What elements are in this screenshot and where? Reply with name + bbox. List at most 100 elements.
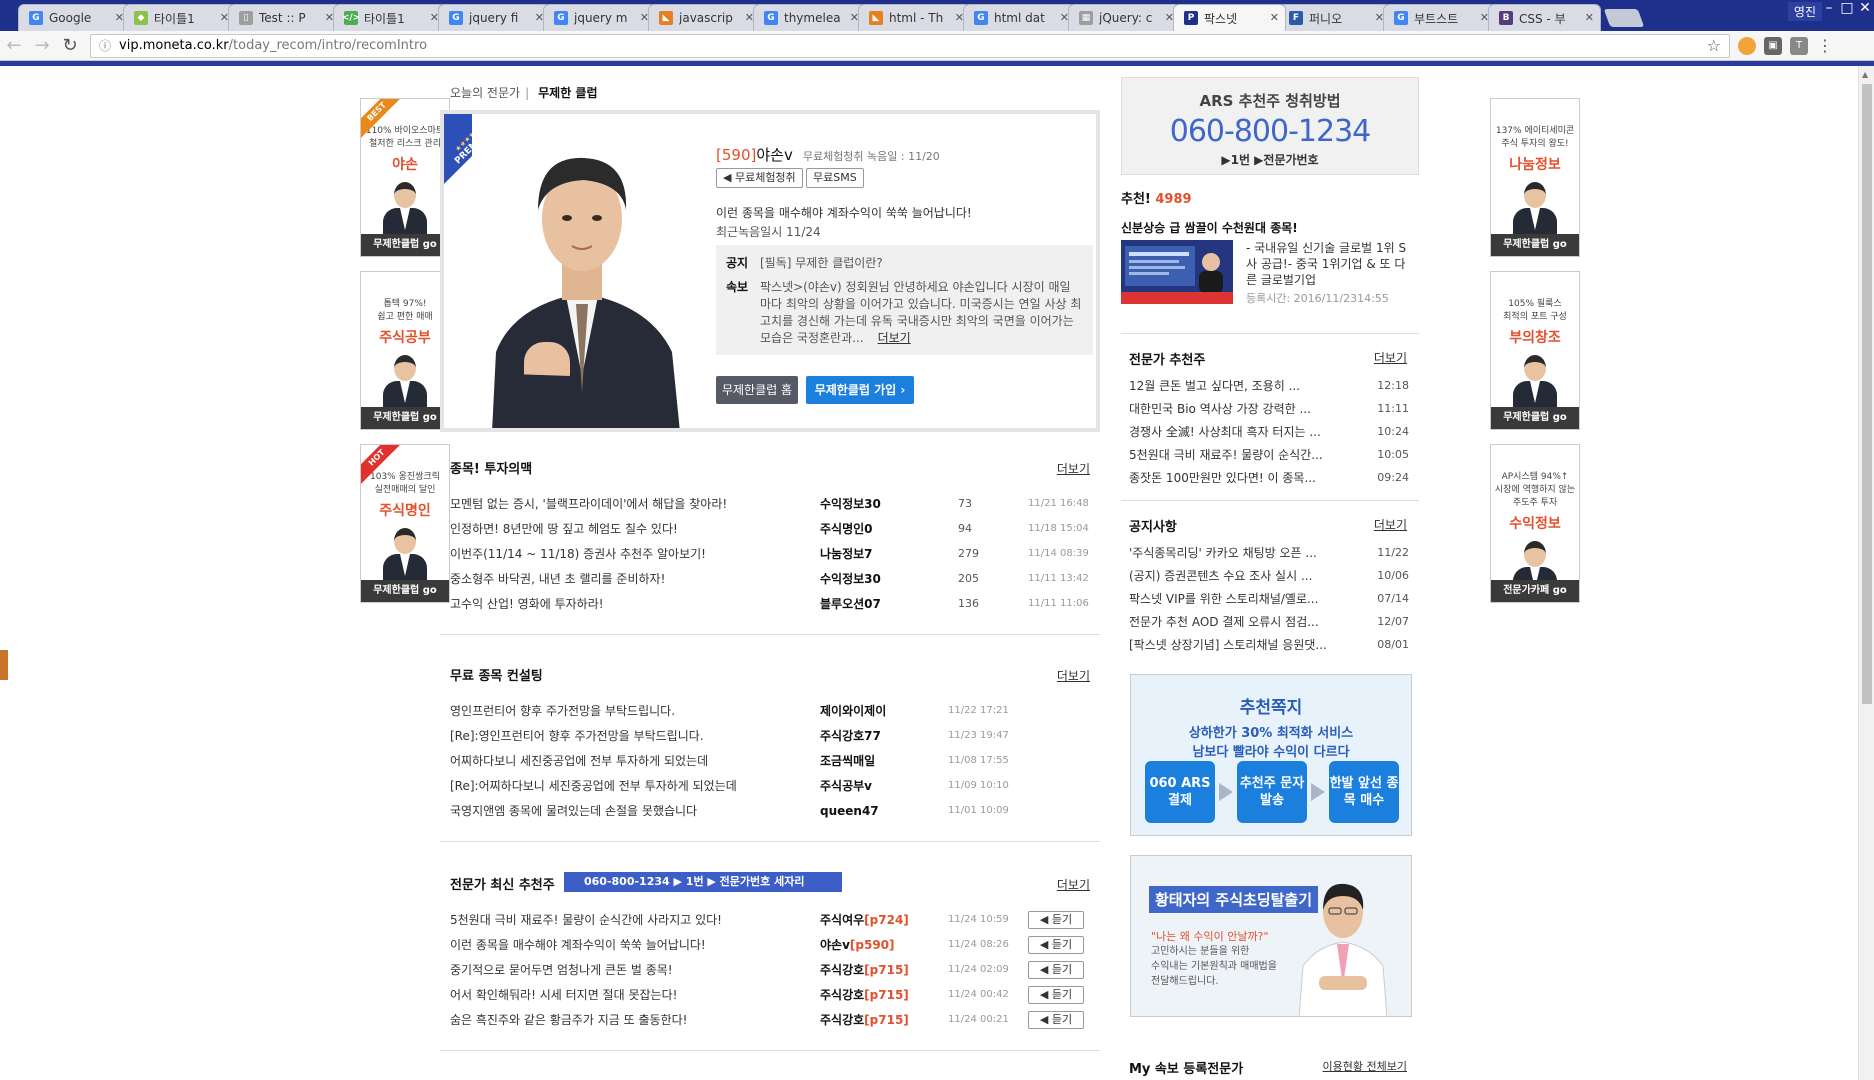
list-item[interactable]: 종잣돈 100만원만 있다면! 이 종목... 09:24 xyxy=(1129,468,1409,488)
close-window-icon[interactable]: ✕ xyxy=(1856,0,1874,16)
table-row[interactable]: 숨은 흑진주와 같은 황금주가 지금 또 출동한다! 주식강호[p715] 11/2… xyxy=(450,1010,1090,1030)
side-ad-side_left[interactable]: 톱텍 97%! 쉽고 편한 매매 주식공부 무제한클럽 go xyxy=(360,271,450,430)
free-sms-button[interactable]: 무료SMS xyxy=(806,168,864,188)
row-author[interactable]: 나눔정보7 xyxy=(820,544,873,564)
list-item-title[interactable]: 경쟁사 全滅! 사상최대 흑자 터지는 ... xyxy=(1129,422,1321,442)
row-author[interactable]: 수익정보30 xyxy=(820,569,881,589)
beginner-guide-banner[interactable]: 황태자의 주식초딩탈출기 "나는 왜 수익이 안날까?" 고민하시는 분들을 위… xyxy=(1130,855,1412,1017)
list-item-title[interactable]: '주식종목리딩' 카카오 채팅방 오픈 ... xyxy=(1129,543,1317,563)
list-item-title[interactable]: 5천원대 극비 재료주! 물량이 순식간... xyxy=(1129,445,1323,465)
list-item[interactable]: 경쟁사 全滅! 사상최대 흑자 터지는 ... 10:24 xyxy=(1129,422,1409,442)
maximize-icon[interactable]: □ xyxy=(1838,0,1856,16)
list-item-title[interactable]: 12월 큰돈 벌고 싶다면, 조용히 ... xyxy=(1129,376,1300,396)
list-item[interactable]: 대한민국 Bio 역사상 가장 강력한 ... 11:11 xyxy=(1129,399,1409,419)
section-consult-more[interactable]: 더보기 xyxy=(1057,667,1090,684)
browser-tab[interactable]: ◆ 타이틀1 ✕ xyxy=(123,4,236,31)
table-row[interactable]: 어서 확인해둬라! 시세 터지면 절대 못잡는다! 주식강호[p715] 11/24… xyxy=(450,985,1090,1005)
notice-value[interactable]: [필독] 무제한 클럽이란? xyxy=(760,255,883,272)
table-row[interactable]: 인정하면! 8년만에 땅 짚고 헤엄도 칠수 있다! 주식명인0 94 11/18 1… xyxy=(450,519,1090,539)
extension-cookie-icon[interactable] xyxy=(1738,36,1756,55)
address-bar[interactable]: ⓘ vip.moneta.co.kr/today_recom/intro/rec… xyxy=(90,33,1730,58)
row-author[interactable]: 제이와이제이 xyxy=(820,701,886,721)
table-row[interactable]: 어찌하다보니 세진중공업에 전부 투자하게 되었는데 조금씩매일 11/08 17:… xyxy=(450,751,1090,771)
row-author[interactable]: 주식명인0 xyxy=(820,519,873,539)
row-author[interactable]: 수익정보30 xyxy=(820,494,881,514)
row-author[interactable]: 야손v[p590] xyxy=(820,935,895,955)
browser-tab[interactable]: Gjquery fi ✕ xyxy=(438,4,551,31)
row-title[interactable]: 5천원대 극비 재료주! 물량이 순식간에 사라지고 있다! xyxy=(450,910,722,930)
row-author[interactable]: 블루오션07 xyxy=(820,594,881,614)
row-title[interactable]: 숨은 흑진주와 같은 황금주가 지금 또 출동한다! xyxy=(450,1010,687,1030)
list-item-title[interactable]: [팍스넷 상장기념] 스토리채널 응원댓... xyxy=(1129,635,1327,655)
my-flash-link[interactable]: 이용현황 전체보기 xyxy=(1323,1058,1407,1074)
extension-t-icon[interactable]: T xyxy=(1790,36,1808,55)
table-row[interactable]: 중기적으로 묻어두면 엄청나게 큰돈 벌 종목! 주식강호[p715] 11/24 … xyxy=(450,960,1090,980)
notice-panel-more[interactable]: 더보기 xyxy=(1374,516,1407,533)
bookmark-star-icon[interactable]: ☆ xyxy=(1707,36,1721,55)
recommend-thumbnail[interactable] xyxy=(1121,240,1233,304)
browser-tab[interactable]: ◣ javascrip ✕ xyxy=(648,4,761,31)
row-title[interactable]: 모멘텀 없는 증시, '블랙프라이데이'에서 해답을 찾아라! xyxy=(450,494,727,514)
row-title[interactable]: 어찌하다보니 세진중공업에 전부 투자하게 되었는데 xyxy=(450,751,708,771)
recommend-title[interactable]: 신분상승 급 쌈끌이 수천원대 종목! xyxy=(1121,219,1298,236)
side-ad-side_right[interactable]: 137% 에이티세미콘 주식 투자의 왕도! 나눔정보 무제한클럽 go xyxy=(1490,98,1580,257)
club-join-button[interactable]: 무제한클럽 가입 › xyxy=(806,376,914,404)
browser-tab[interactable]: ◣ html - Th ✕ xyxy=(858,4,971,31)
flash-more-link[interactable]: 더보기 xyxy=(878,331,911,345)
list-item-title[interactable]: 전문가 추천 AOD 결제 오류시 점검... xyxy=(1129,612,1319,632)
listen-button[interactable]: ◀ 듣기 xyxy=(1028,1011,1084,1029)
browser-tab[interactable]: B CSS - 부 ✕ xyxy=(1488,4,1601,31)
ad-go-button[interactable]: 무제한클럽 go xyxy=(1491,407,1579,429)
ad-go-button[interactable]: 전문가카페 go xyxy=(1491,580,1579,602)
list-item[interactable]: '주식종목리딩' 카카오 채팅방 오픈 ... 11/22 xyxy=(1129,543,1409,563)
row-author[interactable]: 주식강호[p715] xyxy=(820,1010,909,1030)
browser-tab[interactable]: ▦ jQuery: c ✕ xyxy=(1068,4,1181,31)
browser-tab[interactable]: Gthymelea ✕ xyxy=(753,4,866,31)
row-author[interactable]: 주식여우[p724] xyxy=(820,910,909,930)
table-row[interactable]: 이번주(11/14 ~ 11/18) 증권사 추천주 알아보기! 나눔정보7 279… xyxy=(450,544,1090,564)
ad-go-button[interactable]: 무제한클럽 go xyxy=(361,234,449,256)
extension-cast-icon[interactable]: ▣ xyxy=(1764,36,1782,55)
row-author[interactable]: 주식강호77 xyxy=(820,726,881,746)
row-title[interactable]: 어서 확인해둬라! 시세 터지면 절대 못잡는다! xyxy=(450,985,677,1005)
tab-close-icon[interactable]: ✕ xyxy=(1585,11,1594,24)
row-title[interactable]: 고수익 산업! 영화에 투자하라! xyxy=(450,594,604,614)
row-title[interactable]: 이런 종목을 매수해야 계좌수익이 쑥쑥 늘어납니다! xyxy=(450,935,706,955)
forward-icon[interactable]: → xyxy=(28,35,56,56)
menu-kebab-icon[interactable]: ⋮ xyxy=(1816,36,1834,55)
browser-tab[interactable]: P 팍스넷 ✕ xyxy=(1173,4,1286,31)
side-ad-side_left[interactable]: BEST 110% 바이오스마트 철저한 리스크 관리 야손 무제한클럽 go xyxy=(360,98,450,257)
row-title[interactable]: 인정하면! 8년만에 땅 짚고 헤엄도 칠수 있다! xyxy=(450,519,678,539)
club-home-button[interactable]: 무제한클럽 홈 xyxy=(716,376,798,404)
row-author[interactable]: 주식강호[p715] xyxy=(820,985,909,1005)
row-author[interactable]: 조금씩매일 xyxy=(820,751,875,771)
expert-name[interactable]: 야손v xyxy=(756,146,792,164)
browser-tab[interactable]: G Google ✕ xyxy=(18,4,131,31)
section-latest-more[interactable]: 더보기 xyxy=(1057,876,1090,893)
table-row[interactable]: 고수익 산업! 영화에 투자하라! 블루오션07 136 11/11 11:06 xyxy=(450,594,1090,614)
row-title[interactable]: 국영지앤엠 종목에 물려있는데 손절을 못했습니다 xyxy=(450,801,697,821)
list-item-title[interactable]: (공지) 증권콘텐츠 수요 조사 실시 ... xyxy=(1129,566,1312,586)
row-title[interactable]: 중소형주 바닥권, 내년 초 랠리를 준비하자! xyxy=(450,569,665,589)
table-row[interactable]: 5천원대 극비 재료주! 물량이 순식간에 사라지고 있다! 주식여우[p724]… xyxy=(450,910,1090,930)
list-item[interactable]: 전문가 추천 AOD 결제 오류시 점검... 12/07 xyxy=(1129,612,1409,632)
free-listen-button[interactable]: ◀ 무료체험청취 xyxy=(716,168,803,188)
breadcrumb-parent[interactable]: 오늘의 전문가 xyxy=(450,86,520,100)
row-title[interactable]: [Re]:어찌하다보니 세진중공업에 전부 투자하게 되었는데 xyxy=(450,776,737,796)
ad-go-button[interactable]: 무제한클럽 go xyxy=(361,580,449,602)
table-row[interactable]: [Re]:영인프런티어 향후 주가전망을 부탁드립니다. 주식강호77 11/23 … xyxy=(450,726,1090,746)
expert-picks-more[interactable]: 더보기 xyxy=(1374,349,1407,366)
row-title[interactable]: 중기적으로 묻어두면 엄청나게 큰돈 벌 종목! xyxy=(450,960,673,980)
row-title[interactable]: 이번주(11/14 ~ 11/18) 증권사 추천주 알아보기! xyxy=(450,544,706,564)
row-author[interactable]: queen47 xyxy=(820,801,879,821)
list-item-title[interactable]: 팍스넷 VIP를 위한 스토리채널/옐로... xyxy=(1129,589,1318,609)
ad-go-button[interactable]: 무제한클럽 go xyxy=(1491,234,1579,256)
table-row[interactable]: 모멘텀 없는 증시, '블랙프라이데이'에서 해답을 찾아라! 수익정보30 73 1… xyxy=(450,494,1090,514)
table-row[interactable]: 영인프런티어 향후 주가전망을 부탁드립니다. 제이와이제이 11/22 17:21 xyxy=(450,701,1090,721)
page-info-icon[interactable]: ⓘ xyxy=(99,37,111,54)
list-item[interactable]: 12월 큰돈 벌고 싶다면, 조용히 ... 12:18 xyxy=(1129,376,1409,396)
section-picks-more[interactable]: 더보기 xyxy=(1057,460,1090,477)
list-item[interactable]: 팍스넷 VIP를 위한 스토리채널/옐로... 07/14 xyxy=(1129,589,1409,609)
browser-tab[interactable]: Ghtml dat ✕ xyxy=(963,4,1076,31)
tab-close-icon[interactable]: ✕ xyxy=(1270,11,1279,24)
